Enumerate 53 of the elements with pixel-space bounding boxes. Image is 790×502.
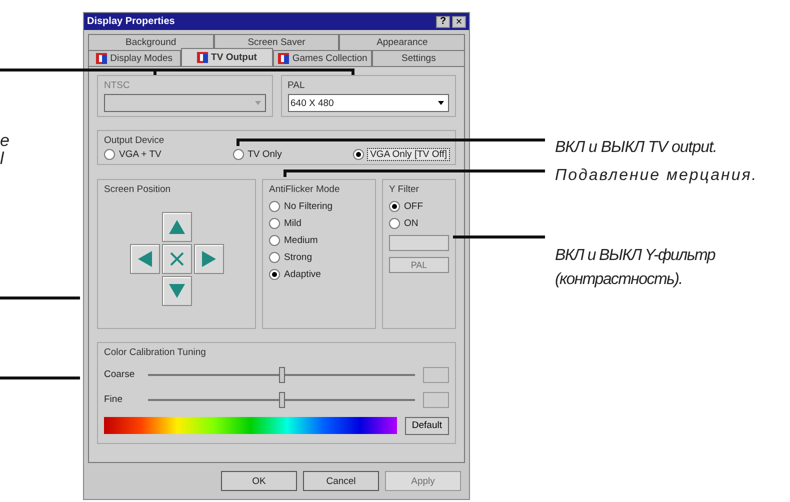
annotation-text: ВКЛ и ВЫКЛ Y-фильтр (контрастность). [555,246,716,290]
display-icon [96,53,108,64]
group-label: NTSC [104,80,130,91]
tab[interactable]: Background [88,34,214,50]
display-icon [197,52,208,63]
slider-thumb[interactable] [278,366,284,383]
radio-button[interactable]: No Filtering [269,200,369,212]
resolution-dropdown[interactable] [104,94,266,112]
caption-fragment: e [0,132,10,150]
resolution-dropdown[interactable]: 640 X 480 [288,94,449,112]
dialog-button[interactable]: Cancel [303,471,379,491]
left-button[interactable] [130,244,160,274]
radio-button[interactable]: Strong [269,252,369,263]
annotation-text: ВКЛ и ВЫКЛ TV output. [555,138,717,158]
radio-button[interactable]: Mild [269,218,369,229]
arrow-right-icon [200,250,218,268]
radio-button[interactable]: Medium [269,234,369,246]
window-title: Display Properties [87,16,176,27]
right-button[interactable] [194,244,224,274]
tab[interactable]: Games Collection [273,50,372,66]
group-label: Color Calibration Tuning [104,346,206,358]
radio-button[interactable]: ON [389,218,449,229]
display-icon [278,53,290,64]
radio-button[interactable]: VGA + TV [104,149,162,160]
group-label: AntiFlicker Mode [269,184,340,195]
radio-button[interactable]: Adaptive [269,268,369,280]
center-button[interactable] [162,244,192,274]
tab[interactable]: Display Modes [88,50,181,66]
group-label: Output Device [104,135,164,146]
dialog-button[interactable]: OK [221,471,297,491]
down-button[interactable] [162,276,192,306]
arrow-left-icon [136,250,154,268]
radio-button[interactable]: OFF [389,200,449,212]
default-button[interactable]: Default [404,416,449,435]
group-label: Screen Position [104,184,171,195]
tab[interactable]: Appearance [339,34,466,50]
slider-label: Fine [104,394,124,406]
tab[interactable]: TV Output [180,48,274,66]
cross-icon [168,250,186,268]
arrow-down-icon [168,282,186,300]
caption-fragment: l [0,150,4,168]
tab[interactable]: Settings [372,50,465,66]
arrow-up-icon [168,218,186,236]
up-button[interactable] [162,212,192,242]
group-label: PAL [288,80,305,91]
annotation-text: Подавление мерцания. [555,166,758,186]
slider-thumb[interactable] [278,392,284,408]
help-button[interactable]: ? [436,16,450,28]
radio-button[interactable]: TV Only [232,149,282,160]
tab[interactable]: Screen Saver [214,34,340,50]
close-button[interactable]: × [452,16,466,28]
group-label: Y Filter [389,184,419,195]
slider-label: Coarse [104,369,136,380]
